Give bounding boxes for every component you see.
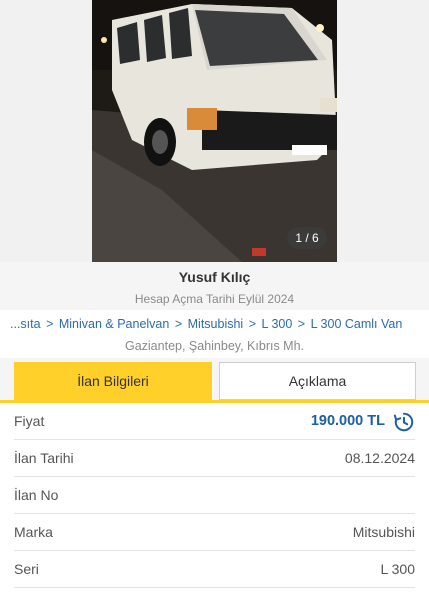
detail-label: İlan Tarihi: [14, 450, 74, 466]
detail-label: Fiyat: [14, 413, 45, 429]
breadcrumb: ...sıta > Minivan & Panelvan > Mitsubish…: [0, 317, 429, 335]
seller-name[interactable]: Yusuf Kılıç: [0, 269, 429, 285]
detail-row-date: İlan Tarihi 08.12.2024: [14, 440, 415, 477]
detail-label: Seri: [14, 561, 39, 577]
tab-listing-info[interactable]: İlan Bilgileri: [14, 362, 212, 400]
breadcrumb-separator: >: [248, 317, 256, 331]
breadcrumb-item[interactable]: L 300: [261, 317, 292, 331]
listing-location: Gaziantep, Şahinbey, Kıbrıs Mh.: [124, 339, 305, 353]
breadcrumb-separator: >: [297, 317, 306, 331]
detail-label: Marka: [14, 524, 53, 540]
detail-value: L 300: [380, 561, 415, 577]
tab-description[interactable]: Açıklama: [219, 362, 416, 400]
detail-row-listing-no: İlan No: [14, 477, 415, 514]
breadcrumb-item[interactable]: Mitsubishi: [188, 317, 244, 331]
seller-info: Yusuf Kılıç Hesap Açma Tarihi Eylül 2024: [0, 262, 429, 310]
van-image: [92, 0, 337, 262]
detail-row-brand: Marka Mitsubishi: [14, 514, 415, 551]
breadcrumb-separator: >: [46, 317, 54, 331]
seller-join-date: Hesap Açma Tarihi Eylül 2024: [134, 292, 295, 306]
detail-label: İlan No: [14, 487, 59, 503]
breadcrumb-item[interactable]: ...sıta: [10, 317, 41, 331]
detail-value: Mitsubishi: [352, 524, 415, 540]
photo-counter: 1 / 6: [287, 227, 327, 249]
breadcrumb-item[interactable]: Minivan & Panelvan: [59, 317, 169, 331]
listing-photo[interactable]: 1 / 6: [92, 0, 337, 262]
breadcrumb-separator: >: [174, 317, 183, 331]
detail-row-price: Fiyat 190.000 TL: [14, 403, 415, 440]
detail-row-series: Seri L 300: [14, 551, 415, 588]
price-value: 190.000 TL: [310, 413, 385, 429]
detail-value: 08.12.2024: [344, 450, 415, 466]
photo-gallery[interactable]: 1 / 6: [0, 0, 429, 262]
history-icon[interactable]: [393, 411, 415, 433]
breadcrumb-item[interactable]: L 300 Camlı Van: [311, 317, 403, 331]
